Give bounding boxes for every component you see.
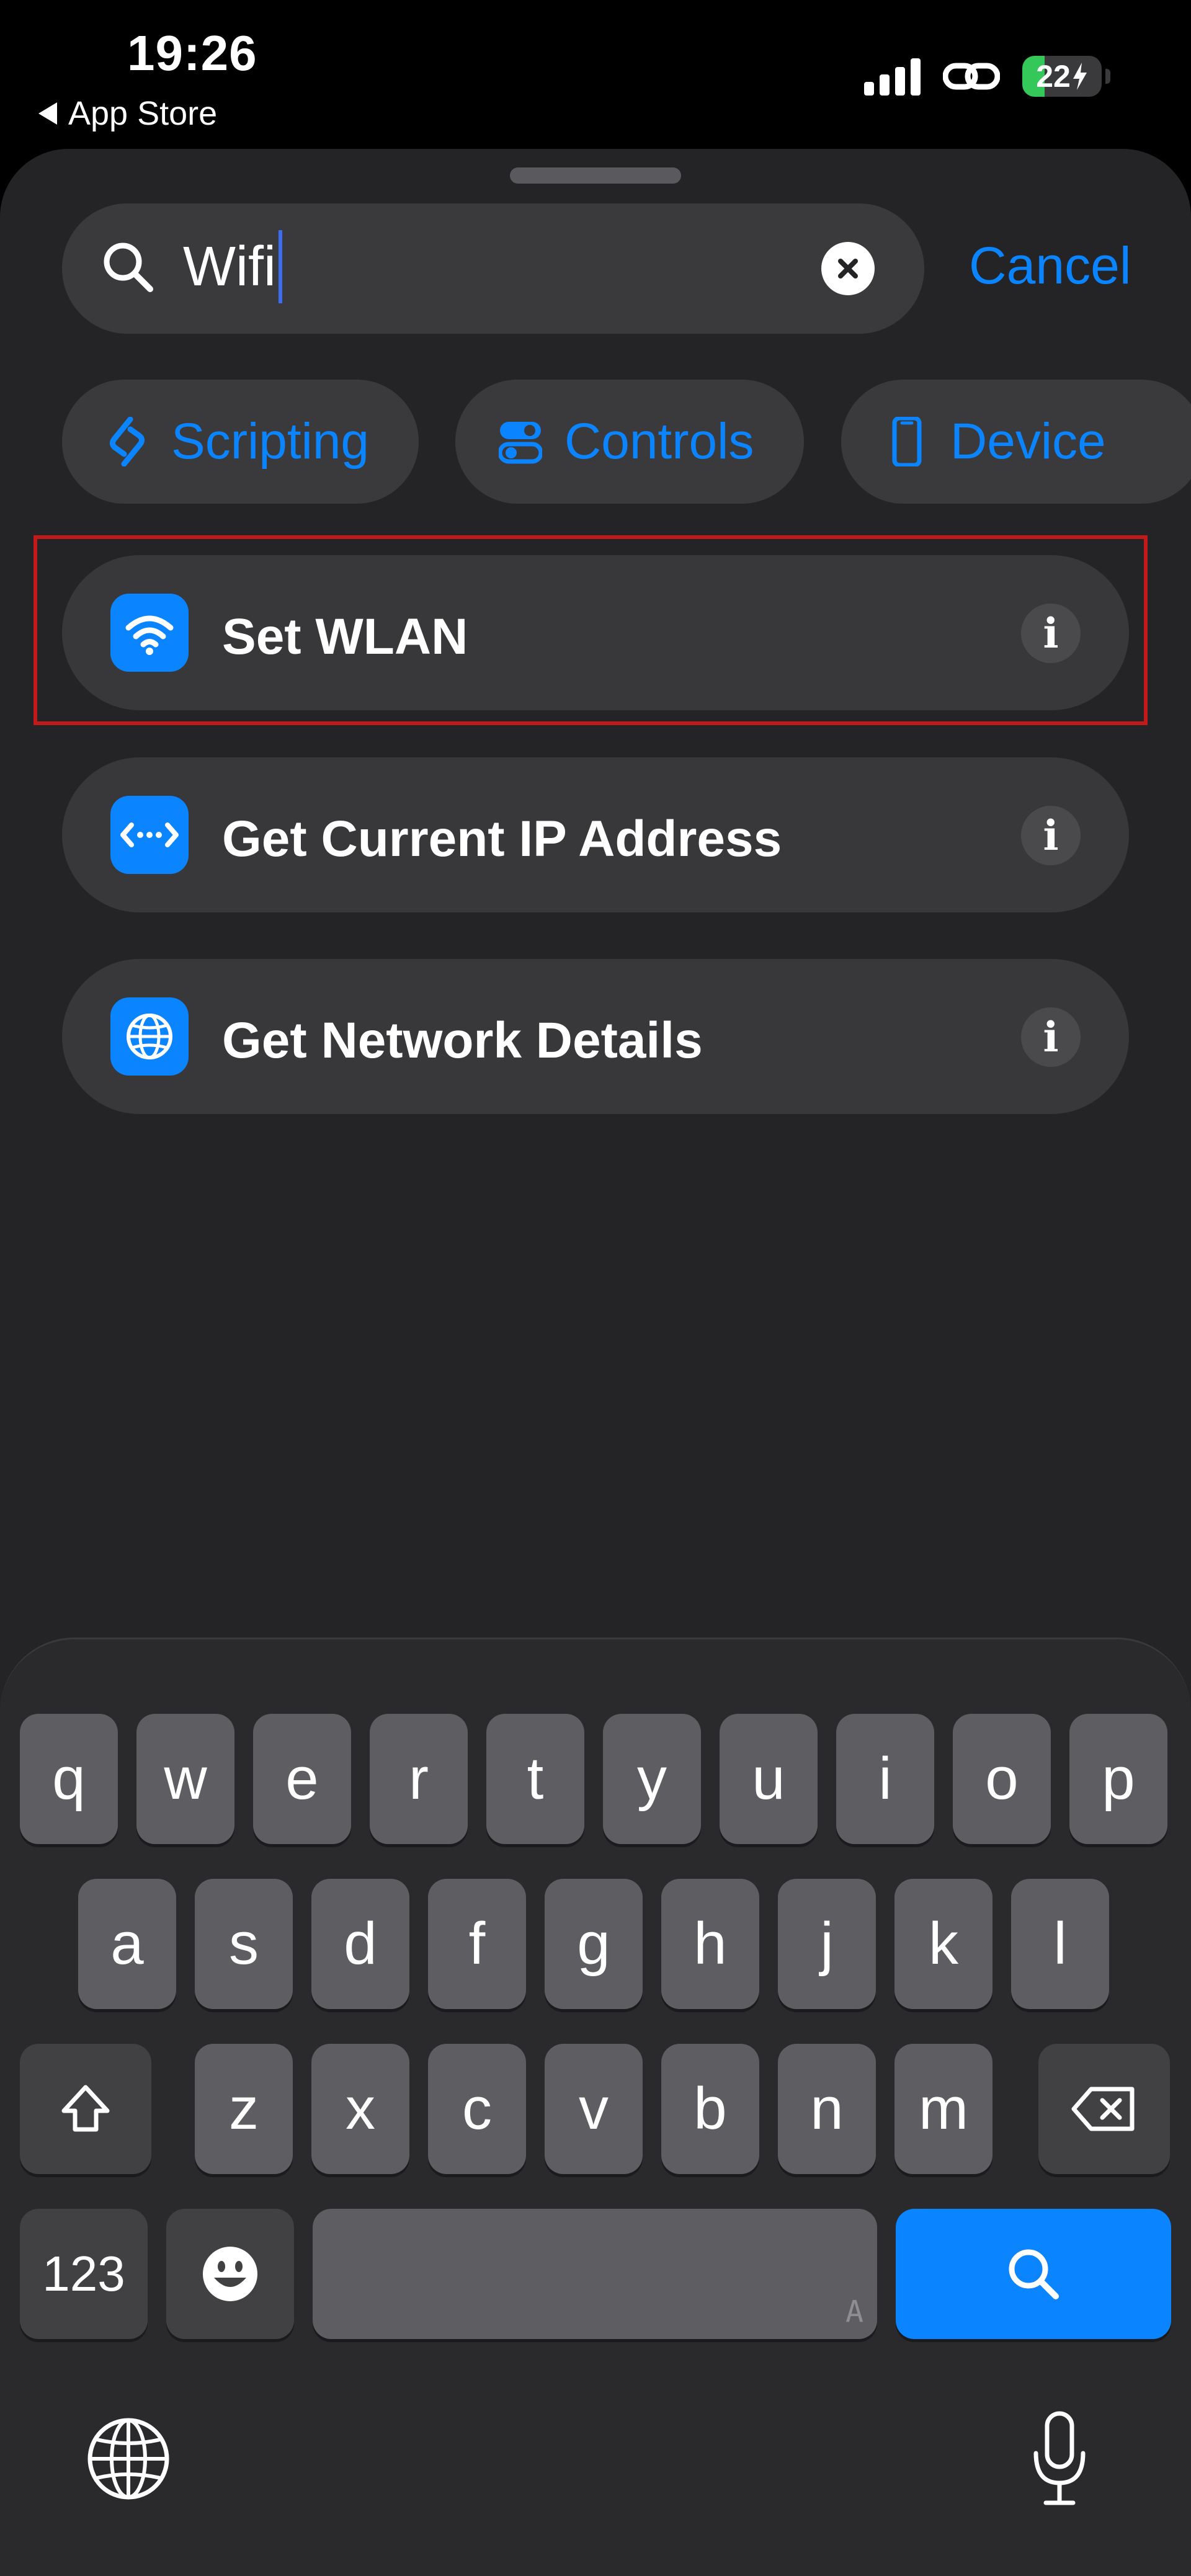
search-icon bbox=[104, 243, 153, 292]
back-triangle-icon bbox=[38, 102, 57, 125]
close-icon bbox=[838, 259, 858, 279]
key-p[interactable]: p bbox=[1069, 1714, 1167, 1844]
emoji-icon bbox=[203, 2247, 257, 2301]
shift-key[interactable] bbox=[20, 2044, 151, 2174]
battery-icon: 22 bbox=[1022, 56, 1102, 97]
key-n[interactable]: n bbox=[778, 2044, 876, 2174]
chip-device[interactable]: Device bbox=[841, 380, 1191, 504]
key-i[interactable]: i bbox=[836, 1714, 934, 1844]
key-u[interactable]: u bbox=[720, 1714, 818, 1844]
ip-address-icon bbox=[110, 796, 189, 874]
key-q[interactable]: q bbox=[20, 1714, 118, 1844]
key-j[interactable]: j bbox=[778, 1879, 876, 2009]
key-t[interactable]: t bbox=[486, 1714, 584, 1844]
status-time: 19:26 bbox=[127, 25, 257, 81]
result-get-network-details[interactable]: Get Network Details i bbox=[62, 959, 1129, 1114]
key-y[interactable]: y bbox=[603, 1714, 701, 1844]
key-e[interactable]: e bbox=[253, 1714, 351, 1844]
device-icon bbox=[892, 417, 922, 466]
back-to-app-button[interactable]: App Store bbox=[38, 94, 217, 133]
sheet-grabber[interactable] bbox=[510, 167, 681, 184]
dictation-mic-icon[interactable] bbox=[1028, 2410, 1091, 2509]
key-c[interactable]: c bbox=[428, 2044, 526, 2174]
cellular-signal-icon bbox=[864, 57, 921, 96]
cancel-button[interactable]: Cancel bbox=[969, 236, 1131, 296]
scripting-icon bbox=[109, 417, 145, 466]
emoji-key[interactable] bbox=[166, 2209, 294, 2339]
search-field[interactable]: Wifi bbox=[62, 203, 924, 334]
result-label: Get Current IP Address bbox=[222, 811, 782, 867]
key-s[interactable]: s bbox=[195, 1879, 293, 2009]
clear-search-button[interactable] bbox=[821, 242, 875, 295]
battery-percent: 22 bbox=[1036, 59, 1071, 94]
chip-label: Scripting bbox=[171, 413, 370, 470]
key-g[interactable]: g bbox=[545, 1879, 643, 2009]
search-key[interactable] bbox=[896, 2209, 1171, 2339]
search-icon bbox=[1009, 2249, 1059, 2299]
personal-hotspot-icon bbox=[943, 63, 1000, 90]
back-app-label: App Store bbox=[68, 95, 218, 132]
result-label: Get Network Details bbox=[222, 1012, 703, 1069]
info-button[interactable]: i bbox=[1021, 806, 1081, 865]
backspace-icon bbox=[1071, 2087, 1135, 2131]
key-b[interactable]: b bbox=[661, 2044, 759, 2174]
chip-scripting[interactable]: Scripting bbox=[62, 380, 419, 504]
key-x[interactable]: x bbox=[311, 2044, 409, 2174]
search-input[interactable]: Wifi bbox=[183, 230, 282, 304]
key-m[interactable]: m bbox=[894, 2044, 993, 2174]
key-l[interactable]: l bbox=[1011, 1879, 1109, 2009]
wifi-icon bbox=[110, 594, 189, 672]
key-f[interactable]: f bbox=[428, 1879, 526, 2009]
status-icons: 22 bbox=[864, 56, 1110, 97]
key-r[interactable]: r bbox=[370, 1714, 468, 1844]
result-label: Set WLAN bbox=[222, 608, 468, 665]
keyboard: q w e r t y u i o p a s d f g h j k l z … bbox=[0, 1638, 1191, 2576]
key-v[interactable]: v bbox=[545, 2044, 643, 2174]
chip-label: Device bbox=[950, 413, 1106, 470]
search-query-text: Wifi bbox=[183, 235, 276, 298]
space-alt-char: A bbox=[845, 2294, 863, 2329]
key-z[interactable]: z bbox=[195, 2044, 293, 2174]
category-chips: Scripting Controls Device bbox=[62, 380, 1191, 504]
text-cursor bbox=[278, 230, 282, 303]
chip-controls[interactable]: Controls bbox=[455, 380, 804, 504]
info-button[interactable]: i bbox=[1021, 1007, 1081, 1067]
space-key[interactable]: A bbox=[313, 2209, 877, 2339]
charging-bolt-icon bbox=[1073, 63, 1087, 90]
result-get-current-ip-address[interactable]: Get Current IP Address i bbox=[62, 757, 1129, 912]
info-button[interactable]: i bbox=[1021, 604, 1081, 663]
chip-label: Controls bbox=[564, 413, 754, 470]
key-k[interactable]: k bbox=[894, 1879, 993, 2009]
key-a[interactable]: a bbox=[78, 1879, 176, 2009]
key-w[interactable]: w bbox=[136, 1714, 234, 1844]
globe-icon bbox=[110, 997, 189, 1076]
keyboard-globe-icon[interactable] bbox=[86, 2416, 171, 2502]
key-d[interactable]: d bbox=[311, 1879, 409, 2009]
delete-key[interactable] bbox=[1038, 2044, 1170, 2174]
result-set-wlan[interactable]: Set WLAN i bbox=[62, 555, 1129, 710]
key-h[interactable]: h bbox=[661, 1879, 759, 2009]
shift-icon bbox=[61, 2085, 110, 2132]
numbers-key[interactable]: 123 bbox=[20, 2209, 148, 2339]
status-bar: 19:26 App Store 22 bbox=[0, 0, 1191, 149]
controls-icon bbox=[499, 422, 542, 464]
key-o[interactable]: o bbox=[953, 1714, 1051, 1844]
